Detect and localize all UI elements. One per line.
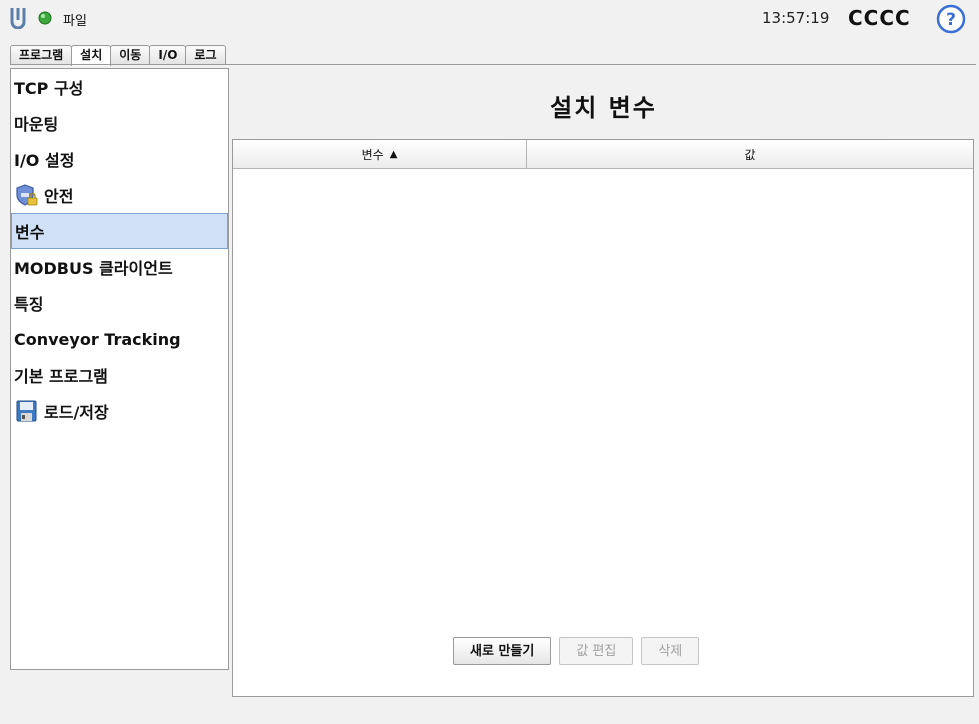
column-header-value[interactable]: 값 [527,140,973,168]
sidebar-item-label: TCP 구성 [14,79,84,98]
safety-shield-lock-icon [16,184,38,206]
sidebar-item-label: 특징 [14,295,44,314]
tab-move[interactable]: 이동 [110,45,151,64]
tab-installation[interactable]: 설치 [71,45,112,66]
new-variable-button[interactable]: 새로 만들기 [453,637,552,665]
sidebar-item-load-save[interactable]: 로드/저장 [11,393,228,429]
column-header-variable[interactable]: 변수 ▲ [233,140,527,168]
installation-variables-panel: 설치 변수 변수 ▲ 값 새로 만들기 값 편집 삭제 [231,68,976,697]
sidebar-item-conveyor-tracking[interactable]: Conveyor Tracking [11,321,228,357]
top-bar: 파일 13:57:19 CCCC ? [0,0,979,38]
sidebar-item-default-program[interactable]: 기본 프로그램 [11,357,228,393]
svg-text:?: ? [946,10,956,30]
sidebar-item-label: 로드/저장 [44,403,109,422]
table-header: 변수 ▲ 값 [233,140,973,169]
ur-logo-icon [10,8,26,29]
sidebar-item-variables[interactable]: 변수 [11,213,228,249]
robot-status-icon[interactable] [38,11,52,25]
edit-value-button[interactable]: 값 편집 [559,637,634,665]
sidebar-item-label: 마운팅 [14,115,59,134]
sidebar-item-features[interactable]: 특징 [11,285,228,321]
installation-sidebar: TCP 구성 마운팅 I/O 설정 안전 변수 MODBUS 클라이언트 특징 … [10,68,229,670]
page-title: 설치 변수 [550,94,657,122]
sidebar-item-io-setup[interactable]: I/O 설정 [11,141,228,177]
main-tabs: 프로그램 설치 이동 I/O 로그 [10,45,226,66]
variables-table: 변수 ▲ 값 [232,139,974,697]
sidebar-item-label: 안전 [44,187,74,206]
sidebar-item-label: MODBUS 클라이언트 [14,259,173,278]
sidebar-item-mounting[interactable]: 마운팅 [11,105,228,141]
sidebar-item-modbus-client[interactable]: MODBUS 클라이언트 [11,249,228,285]
tab-divider [10,64,976,65]
tab-log[interactable]: 로그 [185,45,226,64]
clock-readout: 13:57:19 [762,9,830,27]
file-menu[interactable]: 파일 [63,10,87,29]
tab-program[interactable]: 프로그램 [10,45,73,64]
sidebar-item-label: 기본 프로그램 [14,367,108,386]
sidebar-item-safety[interactable]: 안전 [11,177,228,213]
sidebar-item-tcp-config[interactable]: TCP 구성 [11,69,228,105]
sidebar-item-label: 변수 [15,223,45,242]
floppy-disk-icon [16,400,37,422]
delete-button[interactable]: 삭제 [641,637,700,665]
help-icon[interactable]: ? [936,4,966,34]
sidebar-item-label: Conveyor Tracking [14,329,181,349]
robot-name: CCCC [848,6,911,30]
sort-ascending-icon: ▲ [389,148,398,160]
tab-io[interactable]: I/O [149,45,187,64]
sidebar-item-label: I/O 설정 [14,151,75,170]
action-buttons: 새로 만들기 값 편집 삭제 [453,637,707,665]
